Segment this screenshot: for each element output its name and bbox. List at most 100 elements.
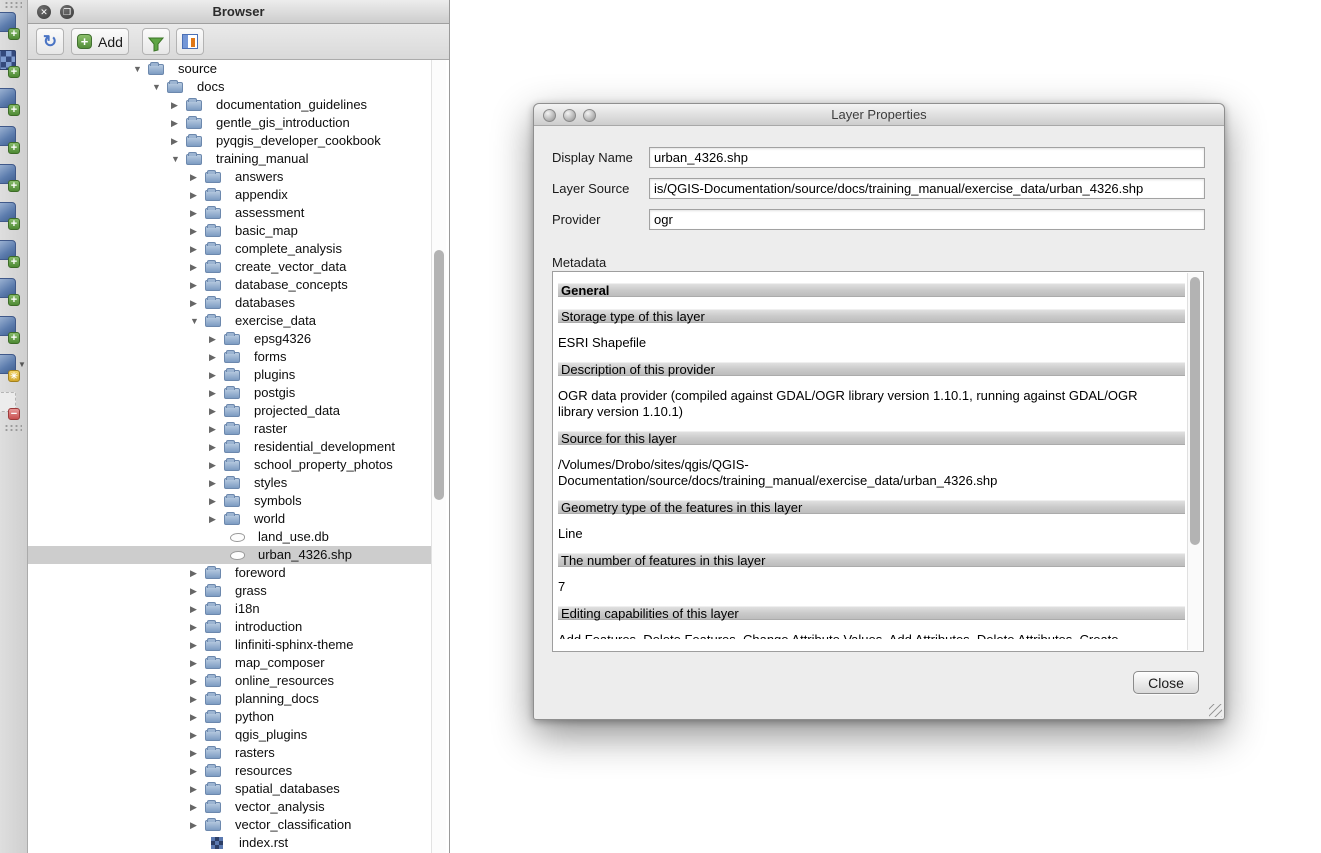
add-button[interactable]: + Add: [71, 28, 129, 55]
toolbar-drag-handle[interactable]: [4, 424, 22, 432]
tree-item-complete-analysis[interactable]: ▶complete_analysis: [28, 240, 433, 258]
expand-arrow-icon[interactable]: ▶: [209, 348, 216, 366]
tree-item-linfiniti-sphinx-theme[interactable]: ▶linfiniti-sphinx-theme: [28, 636, 433, 654]
tree-item-projected-data[interactable]: ▶projected_data: [28, 402, 433, 420]
expand-arrow-icon[interactable]: ▶: [190, 186, 197, 204]
expand-arrow-icon[interactable]: ▶: [190, 816, 197, 834]
dropdown-caret-icon[interactable]: ▼: [18, 360, 26, 369]
filter-button[interactable]: [142, 28, 170, 55]
dialog-titlebar[interactable]: Layer Properties: [534, 104, 1224, 126]
tree-scrollbar-thumb[interactable]: [434, 250, 444, 500]
metadata-scrollbar-thumb[interactable]: [1190, 277, 1200, 545]
expand-arrow-icon[interactable]: ▶: [171, 132, 178, 150]
tree-item-documentation-guidelines[interactable]: ▶documentation_guidelines: [28, 96, 433, 114]
expand-arrow-icon[interactable]: ▶: [171, 96, 178, 114]
expand-arrow-icon[interactable]: ▶: [190, 726, 197, 744]
tree-item-plugins[interactable]: ▶plugins: [28, 366, 433, 384]
add-delimited-text-layer-icon[interactable]: +: [0, 314, 22, 342]
tree-item-database-concepts[interactable]: ▶database_concepts: [28, 276, 433, 294]
add-raster-layer-icon[interactable]: +: [0, 48, 22, 76]
expand-arrow-icon[interactable]: ▶: [190, 258, 197, 276]
expand-arrow-icon[interactable]: ▶: [190, 762, 197, 780]
tree-item-i18n[interactable]: ▶i18n: [28, 600, 433, 618]
expand-arrow-icon[interactable]: ▶: [209, 438, 216, 456]
expand-arrow-icon[interactable]: ▶: [209, 492, 216, 510]
expand-arrow-icon[interactable]: ▶: [190, 240, 197, 258]
expand-arrow-icon[interactable]: ▶: [209, 330, 216, 348]
tree-item-planning-docs[interactable]: ▶planning_docs: [28, 690, 433, 708]
tree-item-world[interactable]: ▶world: [28, 510, 433, 528]
tree-item-foreword[interactable]: ▶foreword: [28, 564, 433, 582]
expand-arrow-icon[interactable]: ▶: [190, 222, 197, 240]
expand-arrow-icon[interactable]: ▶: [190, 618, 197, 636]
tree-item-create-vector-data[interactable]: ▶create_vector_data: [28, 258, 433, 276]
expand-arrow-icon[interactable]: ▶: [209, 366, 216, 384]
collapse-arrow-icon[interactable]: ▼: [171, 150, 180, 168]
toolbar-drag-handle[interactable]: [4, 1, 22, 9]
remove-layer-icon[interactable]: −: [0, 390, 22, 418]
tree-item-land-use-db[interactable]: land_use.db: [28, 528, 433, 546]
add-spatialite-layer-icon[interactable]: +: [0, 124, 22, 152]
provider-field[interactable]: [649, 209, 1205, 230]
collapse-arrow-icon[interactable]: ▼: [152, 78, 161, 96]
tree-item-qgis-plugins[interactable]: ▶qgis_plugins: [28, 726, 433, 744]
new-shapefile-layer-icon[interactable]: ✳▼: [0, 352, 22, 380]
tree-item-vector-analysis[interactable]: ▶vector_analysis: [28, 798, 433, 816]
tree-item-urban-4326-shp[interactable]: urban_4326.shp: [28, 546, 433, 564]
collapse-arrow-icon[interactable]: ▼: [190, 312, 199, 330]
expand-arrow-icon[interactable]: ▶: [209, 456, 216, 474]
tree-item-assessment[interactable]: ▶assessment: [28, 204, 433, 222]
tree-item-training-manual[interactable]: ▼training_manual: [28, 150, 433, 168]
expand-arrow-icon[interactable]: ▶: [190, 798, 197, 816]
tree-item-introduction[interactable]: ▶introduction: [28, 618, 433, 636]
tree-item-answers[interactable]: ▶answers: [28, 168, 433, 186]
expand-arrow-icon[interactable]: ▶: [190, 204, 197, 222]
expand-arrow-icon[interactable]: ▶: [190, 636, 197, 654]
tree-item-source[interactable]: ▼source: [28, 60, 433, 78]
tree-item-styles[interactable]: ▶styles: [28, 474, 433, 492]
expand-arrow-icon[interactable]: ▶: [190, 744, 197, 762]
tree-item-appendix[interactable]: ▶appendix: [28, 186, 433, 204]
tree-item-exercise-data[interactable]: ▼exercise_data: [28, 312, 433, 330]
tree-item-resources[interactable]: ▶resources: [28, 762, 433, 780]
tree-scrollbar[interactable]: [431, 60, 446, 853]
close-button[interactable]: Close: [1133, 671, 1199, 694]
add-oracle-layer-icon[interactable]: +: [0, 162, 22, 190]
tree-item-online-resources[interactable]: ▶online_resources: [28, 672, 433, 690]
expand-arrow-icon[interactable]: ▶: [190, 672, 197, 690]
metadata-scrollbar[interactable]: [1187, 273, 1202, 650]
properties-widget-button[interactable]: [176, 28, 204, 55]
collapse-arrow-icon[interactable]: ▼: [133, 60, 142, 78]
add-wcs-layer-icon[interactable]: +: [0, 238, 22, 266]
expand-arrow-icon[interactable]: ▶: [190, 168, 197, 186]
expand-arrow-icon[interactable]: ▶: [190, 294, 197, 312]
expand-arrow-icon[interactable]: ▶: [190, 564, 197, 582]
expand-arrow-icon[interactable]: ▶: [171, 114, 178, 132]
tree-item-map-composer[interactable]: ▶map_composer: [28, 654, 433, 672]
tree-item-docs[interactable]: ▼docs: [28, 78, 433, 96]
expand-arrow-icon[interactable]: ▶: [209, 402, 216, 420]
expand-arrow-icon[interactable]: ▶: [190, 780, 197, 798]
expand-arrow-icon[interactable]: ▶: [190, 600, 197, 618]
expand-arrow-icon[interactable]: ▶: [190, 276, 197, 294]
display-name-field[interactable]: [649, 147, 1205, 168]
tree-item-spatial-databases[interactable]: ▶spatial_databases: [28, 780, 433, 798]
add-wfs-layer-icon[interactable]: +: [0, 276, 22, 304]
tree-item-gentle-gis-introduction[interactable]: ▶gentle_gis_introduction: [28, 114, 433, 132]
expand-arrow-icon[interactable]: ▶: [209, 384, 216, 402]
resize-grip-icon[interactable]: [1209, 704, 1222, 717]
tree-item-residential-development[interactable]: ▶residential_development: [28, 438, 433, 456]
tree-item-symbols[interactable]: ▶symbols: [28, 492, 433, 510]
tree-item-raster[interactable]: ▶raster: [28, 420, 433, 438]
tree-item-epsg4326[interactable]: ▶epsg4326: [28, 330, 433, 348]
expand-arrow-icon[interactable]: ▶: [190, 654, 197, 672]
expand-arrow-icon[interactable]: ▶: [190, 708, 197, 726]
expand-arrow-icon[interactable]: ▶: [190, 690, 197, 708]
add-vector-layer-icon[interactable]: +: [0, 10, 22, 38]
tree-item-index-rst[interactable]: index.rst: [28, 834, 433, 852]
tree-item-pyqgis-developer-cookbook[interactable]: ▶pyqgis_developer_cookbook: [28, 132, 433, 150]
tree-item-python[interactable]: ▶python: [28, 708, 433, 726]
tree-item-grass[interactable]: ▶grass: [28, 582, 433, 600]
add-postgis-layer-icon[interactable]: +: [0, 86, 22, 114]
tree-item-forms[interactable]: ▶forms: [28, 348, 433, 366]
